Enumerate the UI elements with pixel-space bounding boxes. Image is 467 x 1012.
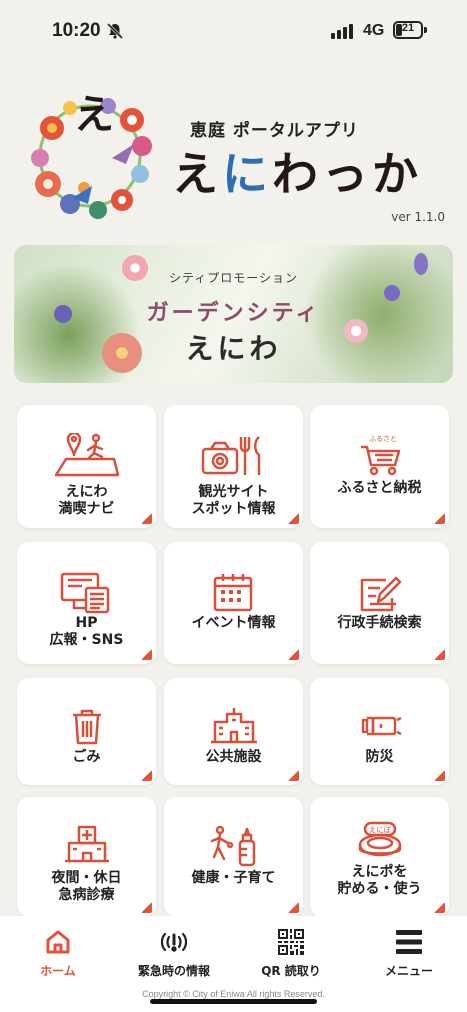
corner-arrow-icon	[434, 902, 445, 913]
app-name-part-3: わっか	[272, 147, 422, 201]
tile-admin-procedures[interactable]: 行政手続検索	[310, 542, 449, 664]
tab-label: ホーム	[40, 964, 76, 978]
logo-char: え	[74, 91, 114, 138]
tile-tourism[interactable]: 観光サイト スポット情報	[164, 405, 303, 528]
flashlight-icon	[361, 716, 402, 736]
building-icon	[210, 708, 257, 744]
battery-level: 21	[401, 22, 415, 34]
tab-label: メニュー	[384, 964, 433, 978]
tile-label: 防災	[365, 749, 394, 765]
corner-arrow-icon	[288, 513, 299, 524]
bell-off-icon	[106, 22, 124, 40]
corner-arrow-icon	[141, 649, 152, 660]
tile-disaster-prevention[interactable]: 防災	[310, 678, 449, 785]
corner-arrow-icon	[288, 902, 299, 913]
tab-label: 緊急時の情報	[137, 964, 210, 978]
banner-title: ガーデンシティ	[146, 301, 321, 326]
status-time: 10:20	[52, 20, 101, 41]
tile-label: えにわ 満喫ナビ	[58, 484, 115, 517]
enipo-badge-text: えにぽ	[368, 826, 391, 835]
tile-label: 観光サイト スポット情報	[191, 484, 276, 517]
qr-code-icon	[278, 929, 304, 955]
copyright-text: Copyright © City of Eniwa All rights Res…	[142, 989, 325, 999]
bottom-tab-bar: ホーム 緊急時の情報 QR 読取り メニュー Copyright © City …	[0, 916, 467, 1012]
corner-arrow-icon	[141, 770, 152, 781]
enipo-coin-icon: えにぽ	[358, 821, 401, 857]
tile-events[interactable]: イベント情報	[164, 542, 303, 664]
corner-arrow-icon	[434, 513, 445, 524]
network-type: 4G	[363, 22, 385, 39]
corner-arrow-icon	[434, 770, 445, 781]
app-header: え 恵庭 ポータルアプリ えにわっか ver 1.1.0	[0, 80, 467, 230]
status-bar: 10:20 4G 21	[0, 0, 467, 60]
tile-label: 行政手続検索	[337, 615, 422, 631]
corner-arrow-icon	[288, 649, 299, 660]
form-pen-icon	[360, 576, 401, 612]
wreath-logo-icon: え	[31, 91, 152, 219]
monitor-document-icon	[60, 572, 109, 614]
app-name-part-2: に	[222, 147, 272, 201]
tile-label: えにポを 貯める・使う	[337, 864, 422, 897]
family-bottle-icon	[210, 825, 255, 867]
tile-hp-sns[interactable]: HP 広報・SNS	[17, 542, 156, 664]
tile-furusato-tax[interactable]: ふるさと ふるさと納税	[310, 405, 449, 528]
signal-icon	[331, 23, 353, 39]
tile-label: HP 広報・SNS	[49, 615, 124, 648]
version-label: ver 1.1.0	[391, 210, 445, 224]
trash-icon	[72, 709, 101, 745]
hospital-icon	[64, 825, 109, 863]
tile-public-facilities[interactable]: 公共施設	[164, 678, 303, 785]
tile-garbage[interactable]: ごみ	[17, 678, 156, 785]
tab-qr-reader[interactable]: QR 読取り	[233, 926, 349, 986]
tile-label: 健康・子育て	[191, 870, 276, 886]
battery-tip	[424, 27, 427, 33]
emergency-broadcast-icon	[160, 932, 188, 952]
tile-label: ふるさと納税	[337, 480, 422, 496]
corner-arrow-icon	[288, 770, 299, 781]
tab-emergency-info[interactable]: 緊急時の情報	[116, 926, 232, 986]
tile-eniwa-navi[interactable]: えにわ 満喫ナビ	[17, 405, 156, 528]
battery-icon: 21	[393, 21, 423, 39]
tab-label: QR 読取り	[261, 964, 321, 978]
corner-arrow-icon	[434, 649, 445, 660]
home-indicator[interactable]	[150, 999, 317, 1004]
banner-caption: シティプロモーション	[168, 271, 299, 285]
tab-home[interactable]: ホーム	[0, 926, 116, 986]
tile-label: ごみ	[72, 749, 101, 765]
tile-health-childcare[interactable]: 健康・子育て	[164, 797, 303, 917]
banner-city-name: えにわ	[185, 332, 282, 365]
map-walk-icon	[54, 433, 119, 477]
tab-menu[interactable]: メニュー	[351, 926, 467, 986]
svg-text:ふるさと: ふるさと	[369, 435, 397, 443]
city-promotion-banner[interactable]: シティプロモーション ガーデンシティ えにわ	[14, 245, 453, 383]
corner-arrow-icon	[141, 513, 152, 524]
tile-emergency-clinic[interactable]: 夜間・休日 急病診療	[17, 797, 156, 917]
furusato-cart-icon: ふるさと	[360, 435, 400, 476]
tile-enipo-points[interactable]: えにぽ えにポを 貯める・使う	[310, 797, 449, 917]
home-icon	[46, 930, 70, 954]
app-name: えにわっか	[172, 138, 422, 204]
tile-label: 公共施設	[205, 749, 262, 765]
hamburger-menu-icon	[396, 930, 422, 954]
calendar-icon	[213, 574, 252, 612]
app-name-part-1: え	[172, 147, 222, 201]
tile-label: イベント情報	[191, 615, 276, 631]
corner-arrow-icon	[141, 902, 152, 913]
camera-dining-icon	[201, 436, 260, 475]
tile-label: 夜間・休日 急病診療	[51, 870, 122, 903]
